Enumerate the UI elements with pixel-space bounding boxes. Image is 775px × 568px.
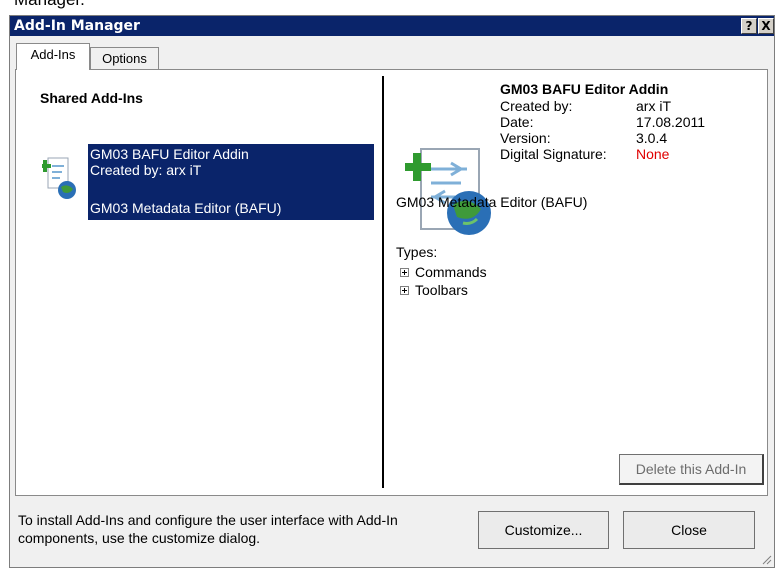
tab-options[interactable]: Options xyxy=(90,47,159,70)
date-label: Date: xyxy=(500,114,534,130)
close-button[interactable]: Close xyxy=(623,511,755,549)
tab-add-ins[interactable]: Add-Ins xyxy=(16,43,90,70)
add-in-manager-dialog: Add-In Manager ? X Add-Ins Options Share… xyxy=(9,15,775,568)
expand-icon[interactable] xyxy=(400,286,409,295)
details-title: GM03 BAFU Editor Addin xyxy=(500,81,669,97)
created-by-value: arx iT xyxy=(636,98,671,114)
version-label: Version: xyxy=(500,130,551,146)
addin-name: GM03 BAFU Editor Addin xyxy=(90,146,249,162)
cut-heading: Manager. xyxy=(14,0,85,9)
expand-icon[interactable] xyxy=(400,268,409,277)
tree-item-toolbars[interactable]: Toolbars xyxy=(400,282,468,298)
add-ins-panel: Shared Add-Ins GM03 BAFU Editor Addin Cr… xyxy=(15,69,768,496)
customize-button[interactable]: Customize... xyxy=(478,511,609,549)
help-button[interactable]: ? xyxy=(741,18,757,34)
tree-item-label: Toolbars xyxy=(415,282,468,298)
date-value: 17.08.2011 xyxy=(636,114,706,130)
version-value: 3.0.4 xyxy=(636,130,668,146)
dialog-title: Add-In Manager xyxy=(14,18,140,34)
list-item[interactable]: GM03 BAFU Editor Addin Created by: arx i… xyxy=(88,144,374,220)
delete-add-in-button[interactable]: Delete this Add-In xyxy=(619,454,764,485)
addin-description: GM03 Metadata Editor (BAFU) xyxy=(90,200,282,216)
addin-globe-icon xyxy=(42,157,76,199)
titlebar: Add-In Manager ? X xyxy=(10,16,774,36)
details-description: GM03 Metadata Editor (BAFU) xyxy=(396,194,588,210)
created-by-label: Created by: xyxy=(500,98,573,114)
footer-help-text: To install Add-Ins and configure the use… xyxy=(18,512,398,546)
resize-grip-icon[interactable] xyxy=(760,553,772,565)
types-label: Types: xyxy=(396,244,438,260)
shared-add-ins-heading: Shared Add-Ins xyxy=(40,90,143,106)
addin-created-by: Created by: arx iT xyxy=(90,162,202,178)
digital-signature-value: None xyxy=(636,146,670,162)
tree-item-label: Commands xyxy=(415,264,487,280)
addin-globe-icon xyxy=(405,148,491,235)
close-x-button[interactable]: X xyxy=(758,18,774,34)
tree-item-commands[interactable]: Commands xyxy=(400,264,487,280)
digital-signature-label: Digital Signature: xyxy=(500,146,607,162)
divider xyxy=(382,76,384,488)
